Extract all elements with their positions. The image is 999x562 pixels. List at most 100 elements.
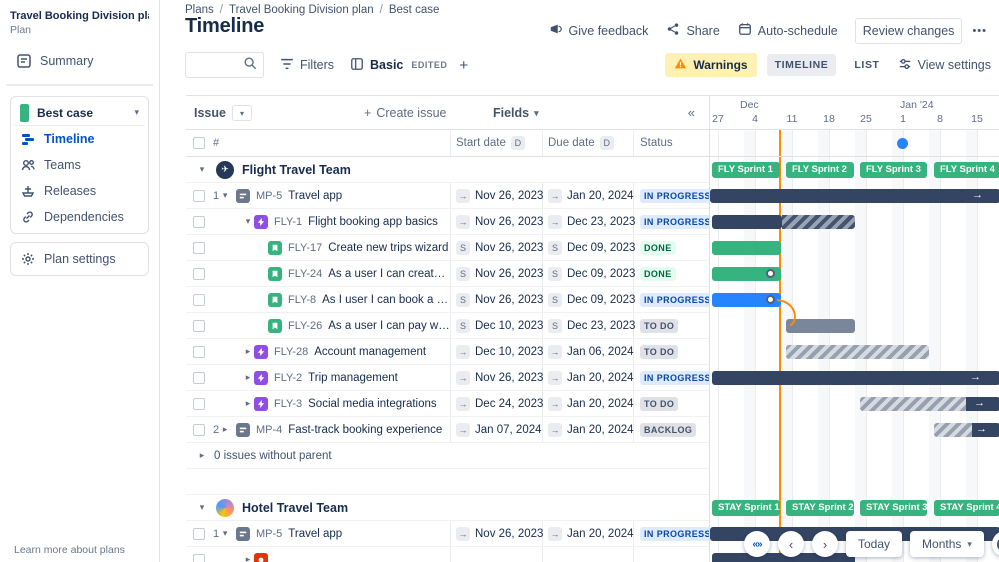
- chevron-right-icon[interactable]: ▸: [242, 554, 254, 562]
- table-row[interactable]: ▸ FLY-3 Social media integrations → Dec 24,…: [186, 391, 709, 417]
- due-date-value[interactable]: Dec 23, 2023: [567, 216, 635, 228]
- team-group-header[interactable]: ▾ ✈ Flight Travel Team: [186, 157, 709, 183]
- status-badge[interactable]: TO DO: [640, 318, 679, 333]
- gantt-bar-projection[interactable]: [860, 397, 966, 411]
- sprint-bar[interactable]: STAY Sprint 3: [860, 500, 927, 516]
- start-date-column-header[interactable]: Start date: [456, 137, 506, 149]
- issue-title[interactable]: Account management: [314, 346, 426, 358]
- auto-schedule-button[interactable]: Auto-schedule: [731, 17, 845, 44]
- row-checkbox[interactable]: [193, 215, 205, 228]
- due-date-value[interactable]: Jan 20, 2024: [567, 424, 634, 436]
- gantt-bar[interactable]: [712, 215, 782, 229]
- table-row[interactable]: 1 ▾ MP-5 Travel app → Nov 26, 2023 → Jan 20,…: [186, 521, 715, 547]
- issue-sort-dropdown[interactable]: ▾: [232, 105, 252, 121]
- start-date-value[interactable]: Dec 10, 2023: [475, 346, 543, 358]
- issue-key[interactable]: FLY-3: [274, 398, 302, 410]
- chevron-right-icon[interactable]: ▸: [242, 372, 254, 383]
- issue-title[interactable]: As I user I can book a flight: [322, 294, 450, 306]
- row-checkbox[interactable]: [193, 293, 205, 306]
- issue-title[interactable]: As a user I can pay with cr...: [328, 320, 450, 332]
- due-date-column-header[interactable]: Due date: [548, 137, 595, 149]
- issue-key[interactable]: FLY-1: [274, 216, 302, 228]
- start-date-value[interactable]: Nov 26, 2023: [475, 528, 543, 540]
- status-badge[interactable]: DONE: [640, 266, 676, 281]
- table-row[interactable]: 2 ▸ MP-4 Fast-track booking experience → Ja…: [186, 417, 709, 443]
- sidebar-item-timeline[interactable]: Timeline: [14, 126, 145, 152]
- table-row[interactable]: FLY-24 As a user I can create a cu... S No…: [186, 261, 709, 287]
- issue-title[interactable]: As a user I can create a cu...: [328, 268, 450, 280]
- due-date-value[interactable]: Dec 23, 2023: [567, 320, 635, 332]
- chevron-down-icon[interactable]: ▾: [219, 528, 231, 539]
- row-checkbox[interactable]: [193, 397, 205, 410]
- issue-column-header[interactable]: Issue: [194, 106, 226, 120]
- review-changes-button[interactable]: Review changes: [854, 17, 963, 44]
- row-checkbox[interactable]: [193, 345, 205, 358]
- sprint-bar[interactable]: FLY Sprint 3: [860, 162, 927, 178]
- give-feedback-button[interactable]: Give feedback: [542, 17, 656, 44]
- due-date-value[interactable]: Dec 09, 2023: [567, 268, 635, 280]
- row-checkbox[interactable]: [193, 189, 205, 202]
- issue-key[interactable]: FLY-24: [288, 268, 322, 280]
- issue-key[interactable]: MP-4: [256, 424, 282, 436]
- table-row[interactable]: ▾ FLY-1 Flight booking app basics → Nov 26,…: [186, 209, 715, 235]
- status-column-header[interactable]: Status: [640, 137, 673, 149]
- sidebar-item-plan-settings[interactable]: Plan settings: [14, 246, 145, 272]
- start-date-value[interactable]: Jan 07, 2024: [475, 424, 542, 436]
- breadcrumb-scenario[interactable]: Best case: [389, 4, 440, 16]
- more-actions-button[interactable]: •••: [966, 20, 993, 42]
- sprint-bar[interactable]: STAY Sprint 1: [712, 500, 780, 516]
- issue-title[interactable]: Social media integrations: [308, 398, 437, 410]
- chevron-right-icon[interactable]: ▸: [196, 450, 208, 461]
- table-row[interactable]: ▸ FLY-2 Trip management → Nov 26, 2023 → Jan…: [186, 365, 715, 391]
- issue-key[interactable]: FLY-2: [274, 372, 302, 384]
- gantt-bar[interactable]: [710, 189, 999, 203]
- sprint-bar[interactable]: FLY Sprint 2: [786, 162, 854, 178]
- table-row[interactable]: FLY-17 Create new trips wizard S Nov 26, 2…: [186, 235, 709, 261]
- issue-key[interactable]: MP-5: [256, 528, 282, 540]
- sprint-bar[interactable]: FLY Sprint 4: [934, 162, 999, 178]
- sidebar-item-teams[interactable]: Teams: [14, 152, 145, 178]
- status-badge[interactable]: IN PROGRESS: [640, 526, 715, 541]
- table-row[interactable]: ▸: [186, 547, 709, 562]
- row-checkbox[interactable]: [193, 423, 205, 436]
- start-date-value[interactable]: Nov 26, 2023: [475, 372, 543, 384]
- fields-dropdown[interactable]: Fields ▾: [493, 106, 539, 120]
- row-checkbox[interactable]: [193, 371, 205, 384]
- table-row[interactable]: ▸ FLY-28 Account management → Dec 10, 2023 …: [186, 339, 709, 365]
- due-date-value[interactable]: Jan 20, 2024: [567, 190, 634, 202]
- due-date-value[interactable]: Jan 20, 2024: [567, 528, 634, 540]
- status-badge[interactable]: IN PROGRESS: [640, 188, 715, 203]
- team-group-header[interactable]: ▾ Hotel Travel Team: [186, 495, 709, 521]
- row-checkbox[interactable]: [193, 319, 205, 332]
- scroll-left-button[interactable]: ‹: [778, 531, 804, 557]
- due-date-value[interactable]: Jan 20, 2024: [567, 372, 634, 384]
- resize-panel-handle[interactable]: «»: [744, 531, 770, 557]
- due-date-value[interactable]: Dec 09, 2023: [567, 242, 635, 254]
- start-date-value[interactable]: Dec 24, 2023: [475, 398, 543, 410]
- create-issue-button[interactable]: + Create issue: [364, 106, 447, 120]
- dependency-dot[interactable]: [766, 269, 775, 278]
- share-button[interactable]: Share: [659, 17, 726, 44]
- issue-key[interactable]: MP-5: [256, 190, 282, 202]
- status-badge[interactable]: TO DO: [640, 344, 679, 359]
- select-all-checkbox[interactable]: [193, 137, 205, 149]
- search-box[interactable]: [185, 52, 264, 78]
- search-input[interactable]: [191, 58, 243, 72]
- chevron-down-icon[interactable]: ▾: [196, 164, 208, 175]
- issue-title[interactable]: Flight booking app basics: [308, 216, 438, 228]
- collapse-fields-icon[interactable]: «: [688, 105, 695, 120]
- issues-without-parent-row[interactable]: ▸ 0 issues without parent: [186, 443, 709, 469]
- row-checkbox[interactable]: [193, 553, 205, 562]
- add-view-button[interactable]: +: [459, 57, 468, 74]
- issue-key[interactable]: FLY-8: [288, 294, 316, 306]
- sprint-bar[interactable]: STAY Sprint 4: [934, 500, 999, 516]
- today-button[interactable]: Today: [846, 531, 903, 557]
- gantt-bar[interactable]: [712, 241, 781, 255]
- due-date-value[interactable]: Jan 20, 2024: [567, 398, 634, 410]
- sidebar-item-dependencies[interactable]: Dependencies: [14, 204, 145, 230]
- gantt-bar-projection[interactable]: [786, 345, 929, 359]
- due-date-value[interactable]: Jan 06, 2024: [567, 346, 634, 358]
- view-settings-button[interactable]: View settings: [898, 57, 991, 74]
- sidebar-item-summary[interactable]: Summary: [10, 48, 149, 74]
- issue-key[interactable]: FLY-28: [274, 346, 308, 358]
